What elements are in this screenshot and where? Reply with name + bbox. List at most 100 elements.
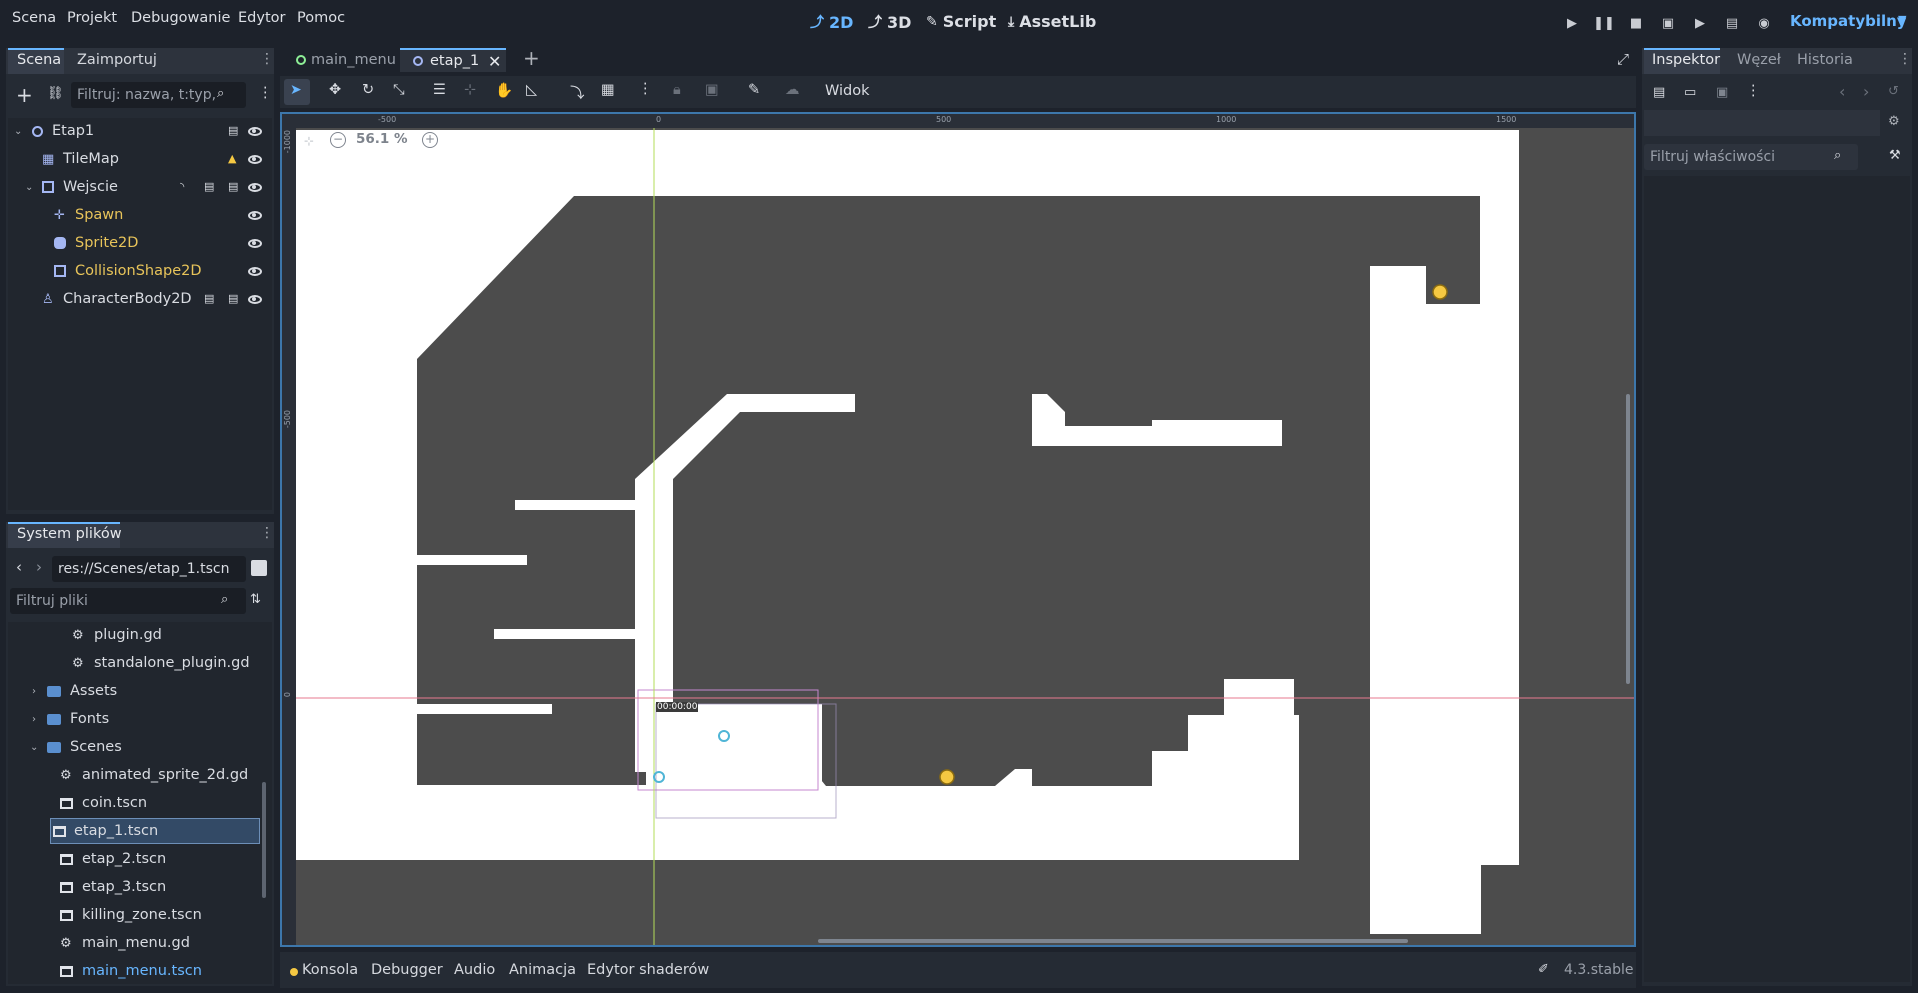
property-filter-input[interactable]: Filtruj właściwości bbox=[1644, 144, 1858, 170]
path-input[interactable]: res://Scenes/etap_1.tscn bbox=[52, 556, 246, 582]
lock-icon[interactable]: 🔒︎ bbox=[673, 82, 681, 98]
folder-item[interactable]: › Assets bbox=[16, 678, 266, 704]
play-icon[interactable]: ▶ bbox=[1561, 12, 1583, 34]
visibility-icon[interactable] bbox=[248, 238, 262, 248]
workspace-script-button[interactable]: ✎ Script bbox=[926, 12, 996, 31]
dock-menu-icon[interactable]: ⋮ bbox=[1898, 51, 1912, 67]
folder-item[interactable]: ⌄ Scenes bbox=[16, 734, 266, 760]
tab-etap1[interactable]: etap_1 ✕ bbox=[400, 48, 506, 72]
menu-projekt[interactable]: Projekt bbox=[67, 10, 117, 26]
history-back-icon[interactable]: ‹ bbox=[1839, 82, 1845, 101]
zoom-in-icon[interactable]: + bbox=[422, 132, 438, 148]
recent-history-icon[interactable]: ↺ bbox=[1888, 84, 1899, 99]
more-icon[interactable]: ⋮ bbox=[1746, 83, 1761, 99]
dock-menu-icon[interactable]: ⋮ bbox=[260, 51, 274, 67]
file-item[interactable]: etap_2.tscn bbox=[16, 846, 266, 872]
options-icon[interactable]: ⋮ bbox=[258, 85, 273, 101]
menu-scena[interactable]: Scena bbox=[12, 10, 56, 26]
forward-icon[interactable]: › bbox=[36, 558, 42, 576]
file-item[interactable]: main_menu.tscn bbox=[16, 958, 266, 984]
visibility-icon[interactable] bbox=[248, 266, 262, 276]
file-item[interactable]: ⚙ main_menu.gd bbox=[16, 930, 266, 956]
renderer-select[interactable]: Kompatybilny bbox=[1790, 12, 1907, 30]
signal-icon[interactable]: ◝ bbox=[180, 181, 192, 193]
split-view-icon[interactable] bbox=[251, 560, 267, 576]
warning-icon[interactable]: ▲ bbox=[228, 153, 240, 165]
movie-maker-icon[interactable]: ◉ bbox=[1753, 12, 1775, 34]
bone-icon[interactable]: ✎ bbox=[748, 82, 760, 98]
particles-icon[interactable]: ☁ bbox=[785, 82, 800, 98]
tree-node-characterbody2d[interactable]: ♙ CharacterBody2D ▤ ▤ bbox=[8, 286, 272, 312]
tab-edytor-shaderow[interactable]: Edytor shaderów bbox=[587, 962, 709, 978]
dock-menu-icon[interactable]: ⋮ bbox=[260, 525, 274, 541]
canvas-viewport[interactable]: -500 0 500 1000 1500 -1000 -500 0 ⊹ − 56… bbox=[280, 112, 1636, 947]
rotate-icon[interactable]: ↻ bbox=[362, 82, 374, 98]
new-resource-icon[interactable]: ▤ bbox=[1653, 85, 1665, 100]
chevron-right-icon[interactable]: › bbox=[32, 714, 36, 725]
pause-icon[interactable]: ❚❚ bbox=[1593, 12, 1615, 34]
add-tab-icon[interactable]: + bbox=[523, 46, 540, 70]
folder-item[interactable]: › Fonts bbox=[16, 706, 266, 732]
script-icon[interactable]: ▤ bbox=[228, 125, 240, 137]
open-folder-icon[interactable]: ▭ bbox=[1684, 85, 1696, 100]
visibility-icon[interactable] bbox=[248, 182, 262, 192]
tab-konsola[interactable]: Konsola bbox=[302, 962, 358, 978]
coin-icon[interactable] bbox=[1432, 284, 1448, 300]
file-item[interactable]: ⚙ plugin.gd bbox=[16, 622, 266, 648]
smart-snap-icon[interactable]: ⤵ bbox=[570, 82, 585, 103]
update-spinner-icon[interactable]: ✐ bbox=[1538, 962, 1549, 977]
save-icon[interactable]: ▣ bbox=[1716, 85, 1728, 100]
tree-node-etap1[interactable]: ⌄ Etap1 ▤ bbox=[8, 118, 272, 144]
snap-options-icon[interactable]: ⋮ bbox=[638, 81, 653, 97]
ruler-icon[interactable]: ◺ bbox=[526, 82, 537, 98]
view-menu[interactable]: Widok bbox=[825, 83, 870, 99]
link-icon[interactable]: ⛓ bbox=[47, 86, 64, 101]
file-item[interactable]: ⚙ animated_sprite_2d.gd bbox=[16, 762, 266, 788]
history-forward-icon[interactable]: › bbox=[1863, 82, 1869, 101]
script-icon[interactable]: ▤ bbox=[228, 181, 240, 193]
distraction-free-icon[interactable]: ⤢ bbox=[1617, 50, 1629, 68]
chevron-down-icon[interactable]: ⌄ bbox=[25, 182, 33, 193]
file-item-selected[interactable]: etap_1.tscn bbox=[50, 818, 260, 844]
coin-icon[interactable] bbox=[939, 769, 955, 785]
sort-icon[interactable]: ⇅ bbox=[250, 592, 261, 607]
list-select-icon[interactable]: ☰ bbox=[433, 82, 446, 98]
visibility-icon[interactable] bbox=[248, 294, 262, 304]
clapperboard-icon[interactable]: ▤ bbox=[204, 181, 216, 193]
close-icon[interactable]: ✕ bbox=[488, 52, 501, 71]
tools-icon[interactable]: ⚒ bbox=[1889, 148, 1901, 163]
tab-zaimportuj[interactable]: Zaimportuj bbox=[77, 52, 157, 68]
file-item[interactable]: coin.tscn bbox=[16, 790, 266, 816]
play-scene-icon[interactable]: ▶ bbox=[1689, 12, 1711, 34]
zoom-out-icon[interactable]: − bbox=[330, 132, 346, 148]
tab-audio[interactable]: Audio bbox=[454, 962, 495, 978]
vertical-scrollbar[interactable] bbox=[1626, 394, 1630, 684]
file-item[interactable]: etap_3.tscn bbox=[16, 874, 266, 900]
script-icon[interactable]: ▤ bbox=[228, 293, 240, 305]
move-icon[interactable]: ✥ bbox=[329, 82, 341, 98]
back-icon[interactable]: ‹ bbox=[16, 558, 22, 576]
tab-debugger[interactable]: Debugger bbox=[371, 962, 443, 978]
group-icon[interactable]: ▣ bbox=[705, 82, 719, 98]
menu-edytor[interactable]: Edytor bbox=[238, 10, 285, 26]
tree-node-tilemap[interactable]: ▦ TileMap ▲ bbox=[8, 146, 272, 172]
tab-historia[interactable]: Historia bbox=[1797, 52, 1853, 68]
visibility-icon[interactable] bbox=[248, 126, 262, 136]
workspace-3d-button[interactable]: ⤴ 3D bbox=[868, 12, 911, 32]
center-view-icon[interactable]: ⊹ bbox=[304, 134, 314, 148]
chevron-down-icon[interactable]: ▼ bbox=[1898, 13, 1906, 26]
pan-hand-icon[interactable]: ✋ bbox=[495, 82, 513, 99]
tree-node-sprite2d[interactable]: Sprite2D bbox=[8, 230, 272, 256]
menu-debugowanie[interactable]: Debugowanie bbox=[131, 10, 230, 26]
zoom-level[interactable]: 56.1 % bbox=[356, 131, 408, 147]
menu-pomoc[interactable]: Pomoc bbox=[297, 10, 345, 26]
level-canvas[interactable] bbox=[282, 114, 1634, 945]
scale-icon[interactable]: ⤡ bbox=[393, 82, 405, 98]
pivot-icon[interactable]: ⊹ bbox=[464, 82, 476, 98]
tab-main-menu[interactable]: main_menu bbox=[282, 48, 396, 72]
object-properties-icon[interactable]: ⚙ bbox=[1888, 114, 1900, 129]
tree-node-wejscie[interactable]: ⌄ Wejscie ◝ ▤ ▤ bbox=[8, 174, 272, 200]
add-node-icon[interactable]: + bbox=[16, 83, 33, 107]
workspace-assetlib-button[interactable]: ⤓ AssetLib bbox=[1008, 12, 1096, 31]
remote-debug-icon[interactable]: ▣ bbox=[1657, 12, 1679, 34]
